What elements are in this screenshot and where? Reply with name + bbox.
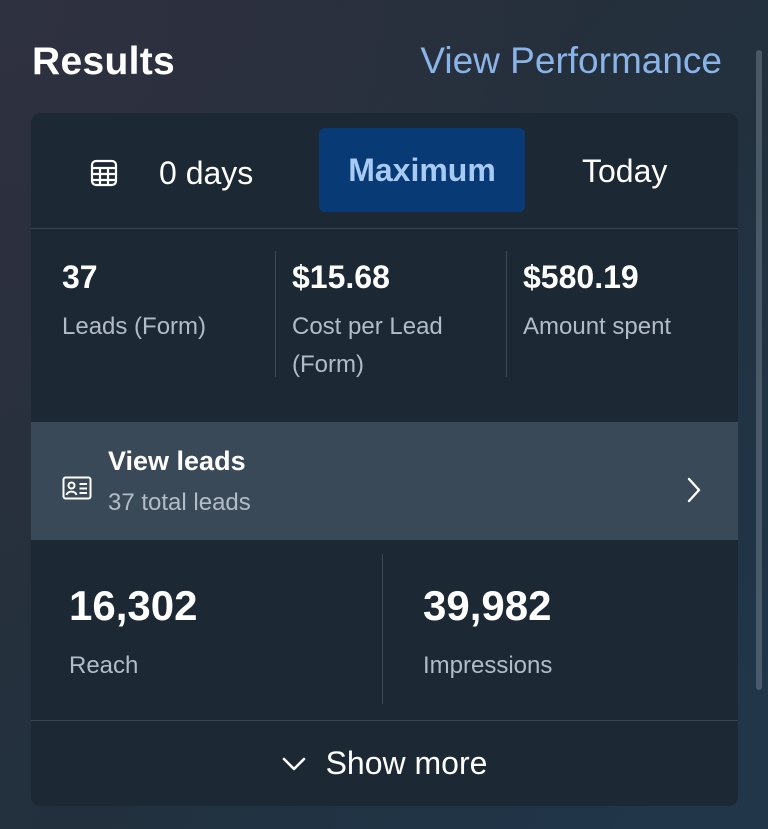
metric-label-line: (Form) (292, 351, 364, 378)
stat-reach: 16,302 Reach (69, 582, 197, 680)
chevron-right-icon (687, 477, 701, 503)
results-header: Results View Performance (32, 38, 722, 88)
custom-days-button[interactable]: 0 days (89, 153, 253, 193)
stat-value: 16,302 (69, 582, 198, 629)
stat-impressions: 39,982 Impressions (423, 582, 552, 680)
divider (275, 251, 276, 377)
metric-value: $580.19 (523, 259, 639, 295)
view-leads-count: 37 total leads (108, 489, 251, 516)
calendar-icon (90, 159, 118, 187)
stat-label: Impressions (423, 652, 553, 679)
results-card: 0 days Maximum Today 37 Leads (Form) $15… (31, 113, 738, 806)
lead-card-icon (62, 476, 92, 500)
metric-amount-spent: $580.19 Amount spent (523, 259, 671, 346)
metric-value: 37 (62, 259, 98, 295)
metric-value: $15.68 (292, 259, 390, 295)
metric-label: Leads (Form) (62, 313, 207, 340)
reach-impressions: 16,302 Reach 39,982 Impressions (31, 540, 738, 721)
metric-label: Amount spent (523, 313, 672, 340)
metric-cost-per-lead: $15.68 Cost per Lead (Form) (292, 259, 443, 384)
show-more-button[interactable]: Show more (31, 721, 738, 806)
view-leads-title: View leads (108, 446, 246, 476)
date-range-selector: 0 days Maximum Today (31, 113, 738, 229)
range-option-today[interactable]: Today (582, 153, 667, 190)
range-option-maximum[interactable]: Maximum (319, 128, 525, 212)
scrollbar[interactable] (756, 50, 762, 690)
view-leads-row[interactable]: View leads 37 total leads (31, 422, 738, 540)
divider (506, 251, 507, 377)
metric-label-line: Cost per Lead (292, 313, 443, 340)
stat-value: 39,982 (423, 582, 552, 629)
divider (382, 554, 383, 704)
chevron-down-icon (282, 757, 305, 770)
metric-leads: 37 Leads (Form) (62, 259, 206, 346)
page-title: Results (32, 40, 175, 83)
view-performance-link[interactable]: View Performance (420, 40, 722, 82)
summary-metrics: 37 Leads (Form) $15.68 Cost per Lead (Fo… (31, 229, 738, 421)
days-label: 0 days (159, 154, 254, 191)
metric-label: Cost per Lead (Form) (292, 308, 443, 384)
stat-label: Reach (69, 652, 139, 679)
show-more-label: Show more (325, 745, 488, 781)
